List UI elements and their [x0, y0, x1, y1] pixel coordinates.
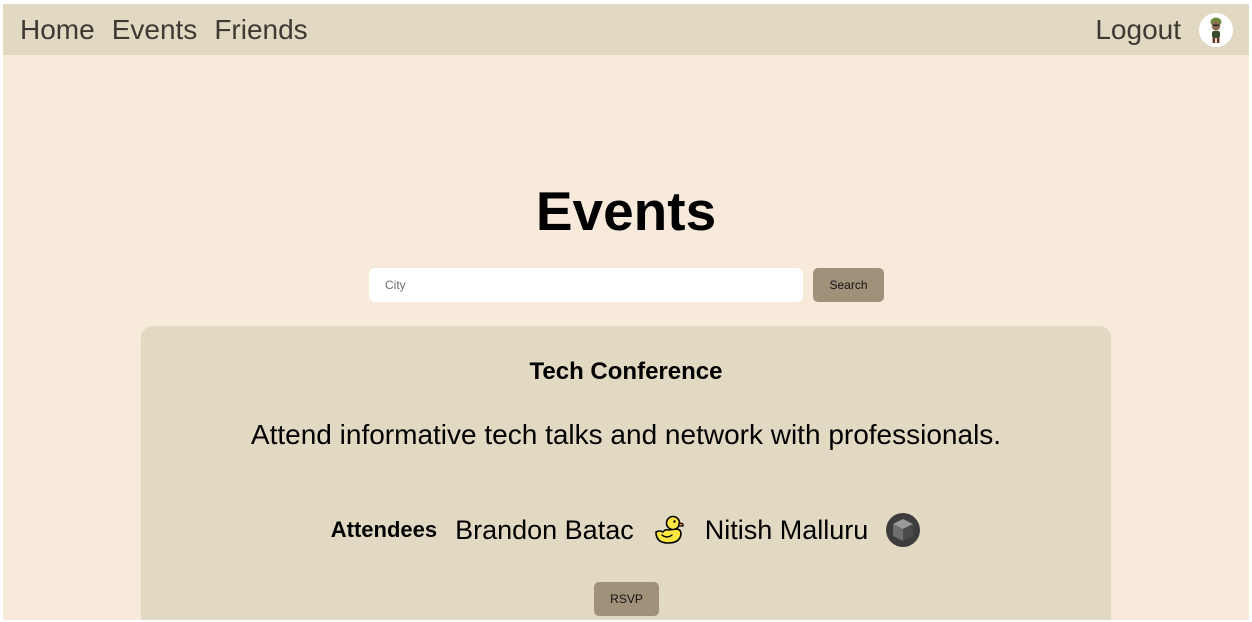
- app-frame: Home Events Friends Logout Events City S…: [3, 4, 1249, 620]
- duck-icon: [651, 512, 687, 548]
- event-title: Tech Conference: [529, 358, 723, 385]
- nav-link-events[interactable]: Events: [112, 15, 198, 44]
- search-bar: Search: [369, 268, 884, 302]
- nav-link-friends[interactable]: Friends: [214, 15, 307, 44]
- navbar: Home Events Friends Logout: [3, 4, 1249, 55]
- event-description: Attend informative tech talks and networ…: [250, 419, 1002, 450]
- cube-icon: [885, 512, 921, 548]
- nav-link-home[interactable]: Home: [20, 15, 95, 44]
- city-search-input[interactable]: [369, 268, 803, 302]
- logout-link[interactable]: Logout: [1095, 15, 1181, 44]
- event-card: Tech Conference Attend informative tech …: [141, 326, 1111, 620]
- search-button[interactable]: Search: [813, 268, 884, 302]
- page-title: Events: [535, 180, 717, 242]
- rsvp-button[interactable]: RSVP: [594, 582, 659, 616]
- attendees-label: Attendees: [330, 517, 438, 542]
- user-avatar-icon[interactable]: [1199, 12, 1233, 47]
- attendee-name: Brandon Batac: [455, 514, 634, 545]
- nav-links: Home Events Friends: [20, 4, 308, 55]
- nav-user-area: Logout: [1095, 4, 1233, 55]
- attendee-name: Nitish Malluru: [704, 514, 869, 545]
- attendees-list: Attendees Brandon Batac Nitish Malluru: [141, 512, 1111, 548]
